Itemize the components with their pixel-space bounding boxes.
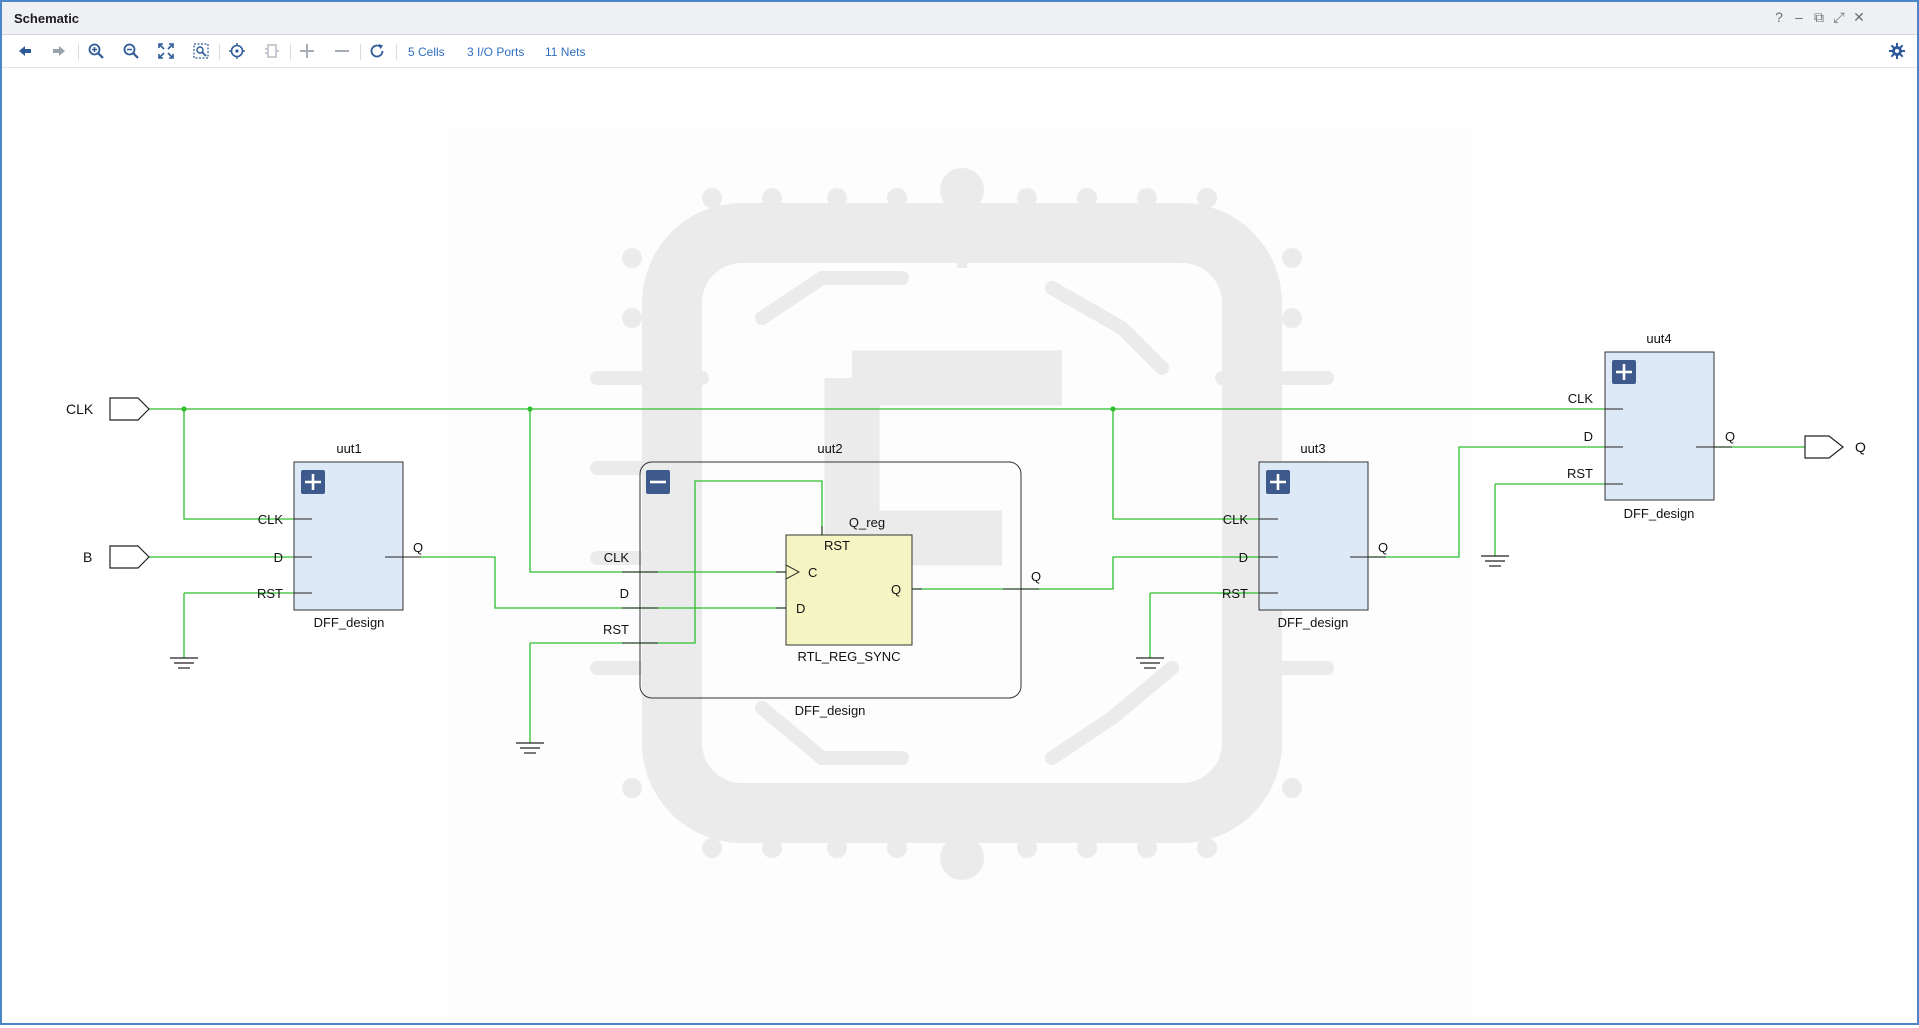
toolbar-separator	[219, 44, 220, 60]
help-icon[interactable]: ?	[1770, 9, 1788, 25]
remove-button[interactable]	[329, 39, 355, 63]
cell-type-label: DFF_design	[1278, 615, 1349, 630]
pin-label-q: Q	[1378, 540, 1388, 555]
pin-label-clk: CLK	[604, 550, 630, 565]
pin-label-d: D	[620, 586, 629, 601]
toolbar-separator	[360, 44, 361, 60]
arrow-right-icon	[53, 46, 65, 56]
plus-icon	[300, 44, 314, 58]
expand-cell-button[interactable]	[259, 39, 285, 63]
reg-instance-name: Q_reg	[849, 515, 885, 530]
cell-expand-icon	[265, 44, 279, 58]
cell-uut1[interactable]: uut1 CLK D RST Q DFF_design	[257, 441, 423, 630]
cell-uut4[interactable]: uut4 CLK D RST Q DFF_design	[1567, 331, 1735, 521]
toolbar-separator	[396, 44, 397, 60]
pin-label-d: D	[274, 550, 283, 565]
arrow-left-icon	[19, 46, 31, 56]
schematic-canvas[interactable]: CLK B Q uut1 CLK D RST Q DFF_design uut2…	[2, 68, 1917, 1023]
junction-dot	[527, 406, 533, 412]
input-port-icon	[109, 397, 150, 421]
reg-pin-q: Q	[891, 582, 901, 597]
pin-label-d: D	[1584, 429, 1593, 444]
output-port-icon	[1804, 435, 1844, 459]
cell-type-label: DFF_design	[314, 615, 385, 630]
junction-dot	[181, 406, 187, 412]
close-icon[interactable]: ✕	[1850, 9, 1868, 26]
maximize-icon[interactable]: ⤢	[1830, 9, 1848, 26]
net-clk-uut1[interactable]	[183, 409, 312, 520]
pin-label-rst: RST	[603, 622, 629, 637]
ground-icon	[1481, 555, 1509, 567]
refresh-icon	[370, 44, 384, 58]
add-button[interactable]	[294, 39, 320, 63]
reg-pin-d: D	[796, 601, 805, 616]
cell-type-label: DFF_design	[1624, 506, 1695, 521]
minus-icon	[335, 50, 349, 52]
forward-button[interactable]	[46, 39, 72, 63]
input-port-icon	[109, 545, 150, 569]
gear-icon	[1889, 43, 1905, 59]
restore-icon[interactable]: ⧉	[1810, 9, 1828, 26]
fit-icon	[158, 43, 174, 59]
pin-label-clk: CLK	[1223, 512, 1249, 527]
zoom-area-icon	[193, 43, 209, 59]
schematic-drawing: CLK B Q uut1 CLK D RST Q DFF_design uut2…	[66, 128, 1866, 1023]
port-clk[interactable]: CLK	[66, 397, 150, 421]
zoom-in-icon	[88, 43, 104, 59]
pin-label-q: Q	[1031, 569, 1041, 584]
minimize-icon[interactable]: –	[1790, 9, 1808, 25]
window-title: Schematic	[14, 11, 80, 26]
port-q[interactable]: Q	[1804, 435, 1866, 459]
schematic-window: Schematic ? – ⧉ ⤢ ✕ 5 Cells 3 I/O Ports …	[0, 0, 1919, 1025]
pin-label-q: Q	[1725, 429, 1735, 444]
port-label-clk: CLK	[66, 401, 94, 417]
pin-label-clk: CLK	[1568, 391, 1594, 406]
port-label-q: Q	[1855, 439, 1866, 455]
toolbar: 5 Cells 3 I/O Ports 11 Nets	[2, 35, 1917, 68]
port-label-b: B	[83, 549, 92, 565]
zoom-in-button[interactable]	[83, 39, 109, 63]
pin-label-d: D	[1239, 550, 1248, 565]
zoom-out-button[interactable]	[118, 39, 144, 63]
cell-type-label: DFF_design	[795, 703, 866, 718]
pin-label-rst: RST	[257, 586, 283, 601]
cells-count-link[interactable]: 5 Cells	[408, 45, 445, 59]
cell-instance-name: uut3	[1300, 441, 1325, 456]
junction-dot	[1110, 406, 1116, 412]
zoom-area-button[interactable]	[188, 39, 214, 63]
reg-pin-c: C	[808, 565, 817, 580]
reg-type-label: RTL_REG_SYNC	[797, 649, 900, 664]
pin-label-clk: CLK	[258, 512, 284, 527]
net-rst-uut1[interactable]	[183, 592, 312, 658]
pin-label-rst: RST	[1222, 586, 1248, 601]
toolbar-separator	[290, 44, 291, 60]
fit-view-button[interactable]	[153, 39, 179, 63]
reg-pin-rst: RST	[824, 538, 850, 553]
title-bar: Schematic ? – ⧉ ⤢ ✕	[2, 2, 1917, 35]
pin-label-rst: RST	[1567, 466, 1593, 481]
port-b[interactable]: B	[83, 545, 150, 569]
cell-instance-name: uut1	[336, 441, 361, 456]
nets-count-link[interactable]: 11 Nets	[545, 45, 585, 59]
pin-label-q: Q	[413, 540, 423, 555]
back-button[interactable]	[12, 39, 38, 63]
select-button[interactable]	[224, 39, 250, 63]
cell-instance-name: uut2	[817, 441, 842, 456]
net-rst-uut4[interactable]	[1494, 483, 1623, 556]
settings-button[interactable]	[1884, 39, 1910, 63]
toolbar-separator	[78, 44, 79, 60]
ground-icon	[170, 657, 198, 669]
io-ports-count-link[interactable]: 3 I/O Ports	[467, 45, 524, 59]
zoom-out-icon	[123, 43, 139, 59]
crosshair-icon	[229, 43, 245, 59]
cell-q-reg[interactable]: Q_reg RST C D Q RTL_REG_SYNC	[776, 515, 922, 664]
refresh-button[interactable]	[364, 39, 390, 63]
cell-instance-name: uut4	[1646, 331, 1671, 346]
